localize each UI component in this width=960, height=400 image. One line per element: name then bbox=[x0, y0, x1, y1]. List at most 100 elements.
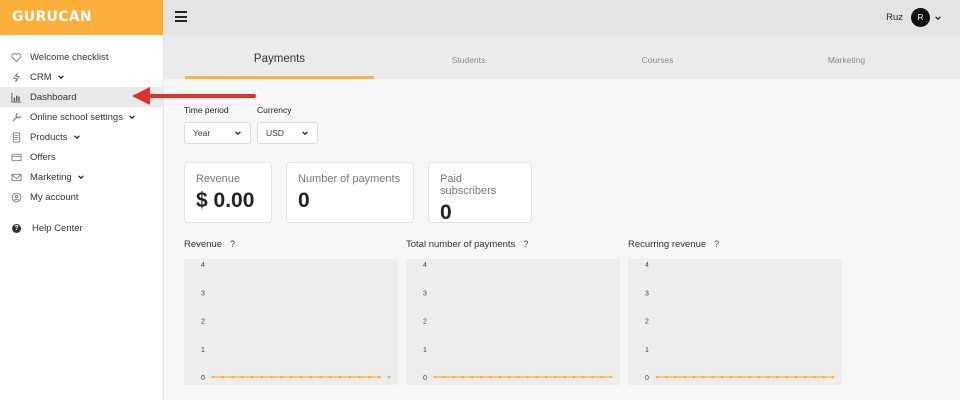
chevron-down-icon bbox=[57, 73, 65, 81]
y-tick-label: 3 bbox=[201, 290, 205, 297]
data-point[interactable] bbox=[221, 375, 225, 379]
tab-payments[interactable]: Payments bbox=[185, 35, 374, 79]
currency-select[interactable]: USD bbox=[257, 122, 318, 144]
data-point[interactable] bbox=[461, 375, 465, 379]
currency-filter: Currency USD bbox=[257, 105, 318, 144]
data-point[interactable] bbox=[572, 375, 576, 379]
sidebar-item-crm[interactable]: CRM bbox=[0, 67, 163, 87]
data-point[interactable] bbox=[211, 375, 215, 379]
data-point[interactable] bbox=[748, 375, 752, 379]
data-point[interactable] bbox=[729, 375, 733, 379]
data-point[interactable] bbox=[289, 375, 293, 379]
sidebar-item-label: Help Center bbox=[32, 222, 83, 234]
data-point[interactable] bbox=[507, 375, 511, 379]
chart-plot: 4 3 2 1 0 bbox=[628, 259, 842, 385]
data-point[interactable] bbox=[270, 375, 274, 379]
tab-courses[interactable]: Courses bbox=[563, 35, 752, 79]
data-point[interactable] bbox=[358, 375, 362, 379]
data-point[interactable] bbox=[535, 375, 539, 379]
data-point[interactable] bbox=[683, 375, 687, 379]
sidebar-item-dashboard[interactable]: Dashboard bbox=[0, 87, 163, 107]
data-point[interactable] bbox=[803, 375, 807, 379]
sidebar-item-label: Products bbox=[30, 131, 68, 143]
data-point[interactable] bbox=[498, 375, 502, 379]
data-point[interactable] bbox=[757, 375, 761, 379]
data-point[interactable] bbox=[738, 375, 742, 379]
data-point[interactable] bbox=[250, 375, 254, 379]
chart-plot: 4 3 2 1 0 bbox=[406, 259, 620, 385]
data-point[interactable] bbox=[701, 375, 705, 379]
data-point[interactable] bbox=[479, 375, 483, 379]
data-point[interactable] bbox=[328, 375, 332, 379]
data-point[interactable] bbox=[442, 375, 446, 379]
data-point[interactable] bbox=[526, 375, 530, 379]
y-tick-label: 0 bbox=[645, 375, 649, 382]
data-point[interactable] bbox=[516, 375, 520, 379]
sidebar-item-label: Dashboard bbox=[30, 91, 77, 103]
data-point[interactable] bbox=[554, 375, 557, 379]
data-point[interactable] bbox=[609, 375, 613, 379]
data-point[interactable] bbox=[664, 375, 668, 379]
sidebar-item-welcome-checklist[interactable]: Welcome checklist bbox=[0, 47, 163, 67]
y-tick-label: 4 bbox=[423, 262, 427, 269]
stat-cards: Revenue $ 0.00 Number of payments 0 Paid… bbox=[184, 162, 546, 224]
card-title: Number of payments bbox=[298, 173, 401, 185]
data-point[interactable] bbox=[822, 375, 826, 379]
data-point[interactable] bbox=[711, 375, 714, 379]
sidebar: GURUCAN Welcome checklist CRM Dashboard Onl… bbox=[0, 0, 164, 400]
data-point[interactable] bbox=[591, 375, 594, 379]
sidebar-item-marketing[interactable]: Marketing bbox=[0, 167, 163, 187]
chart-title-text: Recurring revenue bbox=[628, 238, 707, 250]
data-point[interactable] bbox=[377, 375, 381, 379]
data-point[interactable] bbox=[831, 375, 835, 379]
help-icon[interactable]: ? bbox=[523, 239, 528, 249]
recurring-revenue-chart: Recurring revenue ? 4 3 2 1 0 bbox=[628, 236, 842, 385]
data-point[interactable] bbox=[581, 375, 585, 379]
data-point[interactable] bbox=[674, 375, 677, 379]
data-point[interactable] bbox=[338, 375, 342, 379]
sidebar-item-online-school-settings[interactable]: Online school settings bbox=[0, 107, 163, 127]
data-point[interactable] bbox=[563, 375, 567, 379]
data-point[interactable] bbox=[720, 375, 724, 379]
time-period-select[interactable]: Year bbox=[184, 122, 251, 144]
data-point[interactable] bbox=[260, 375, 264, 379]
brand-logo[interactable]: GURUCAN bbox=[12, 9, 92, 25]
question-circle-icon: ? bbox=[12, 223, 21, 233]
data-point[interactable] bbox=[368, 375, 371, 379]
data-point[interactable] bbox=[433, 375, 437, 379]
data-point[interactable] bbox=[785, 375, 789, 379]
sidebar-item-help-center[interactable]: ? Help Center bbox=[0, 218, 163, 238]
data-point[interactable] bbox=[489, 375, 492, 379]
user-menu[interactable]: Ruz R bbox=[886, 8, 942, 27]
help-icon[interactable]: ? bbox=[714, 239, 719, 249]
tab-students[interactable]: Students bbox=[374, 35, 563, 79]
y-tick-label: 4 bbox=[645, 262, 649, 269]
sidebar-item-products[interactable]: Products bbox=[0, 127, 163, 147]
data-point[interactable] bbox=[813, 375, 816, 379]
data-point[interactable] bbox=[452, 375, 455, 379]
data-point[interactable] bbox=[794, 375, 798, 379]
tab-marketing[interactable]: Marketing bbox=[752, 35, 941, 79]
data-point[interactable] bbox=[309, 375, 313, 379]
data-point[interactable] bbox=[348, 375, 352, 379]
data-point[interactable] bbox=[470, 375, 474, 379]
data-point[interactable] bbox=[319, 375, 322, 379]
data-point[interactable] bbox=[240, 375, 244, 379]
data-point[interactable] bbox=[776, 375, 779, 379]
menu-icon[interactable] bbox=[175, 11, 187, 23]
data-point[interactable] bbox=[387, 375, 391, 379]
sidebar-item-offers[interactable]: Offers bbox=[0, 147, 163, 167]
y-tick-label: 1 bbox=[423, 347, 427, 354]
data-point[interactable] bbox=[231, 375, 234, 379]
y-tick-label: 2 bbox=[645, 319, 649, 326]
data-point[interactable] bbox=[766, 375, 770, 379]
data-point[interactable] bbox=[299, 375, 303, 379]
data-point[interactable] bbox=[655, 375, 659, 379]
sidebar-item-my-account[interactable]: My account bbox=[0, 187, 163, 207]
help-icon[interactable]: ? bbox=[230, 239, 235, 249]
data-point[interactable] bbox=[544, 375, 548, 379]
data-point[interactable] bbox=[600, 375, 604, 379]
data-point[interactable] bbox=[692, 375, 696, 379]
data-point[interactable] bbox=[280, 375, 283, 379]
tab-bar: Payments Students Courses Marketing bbox=[164, 35, 960, 79]
